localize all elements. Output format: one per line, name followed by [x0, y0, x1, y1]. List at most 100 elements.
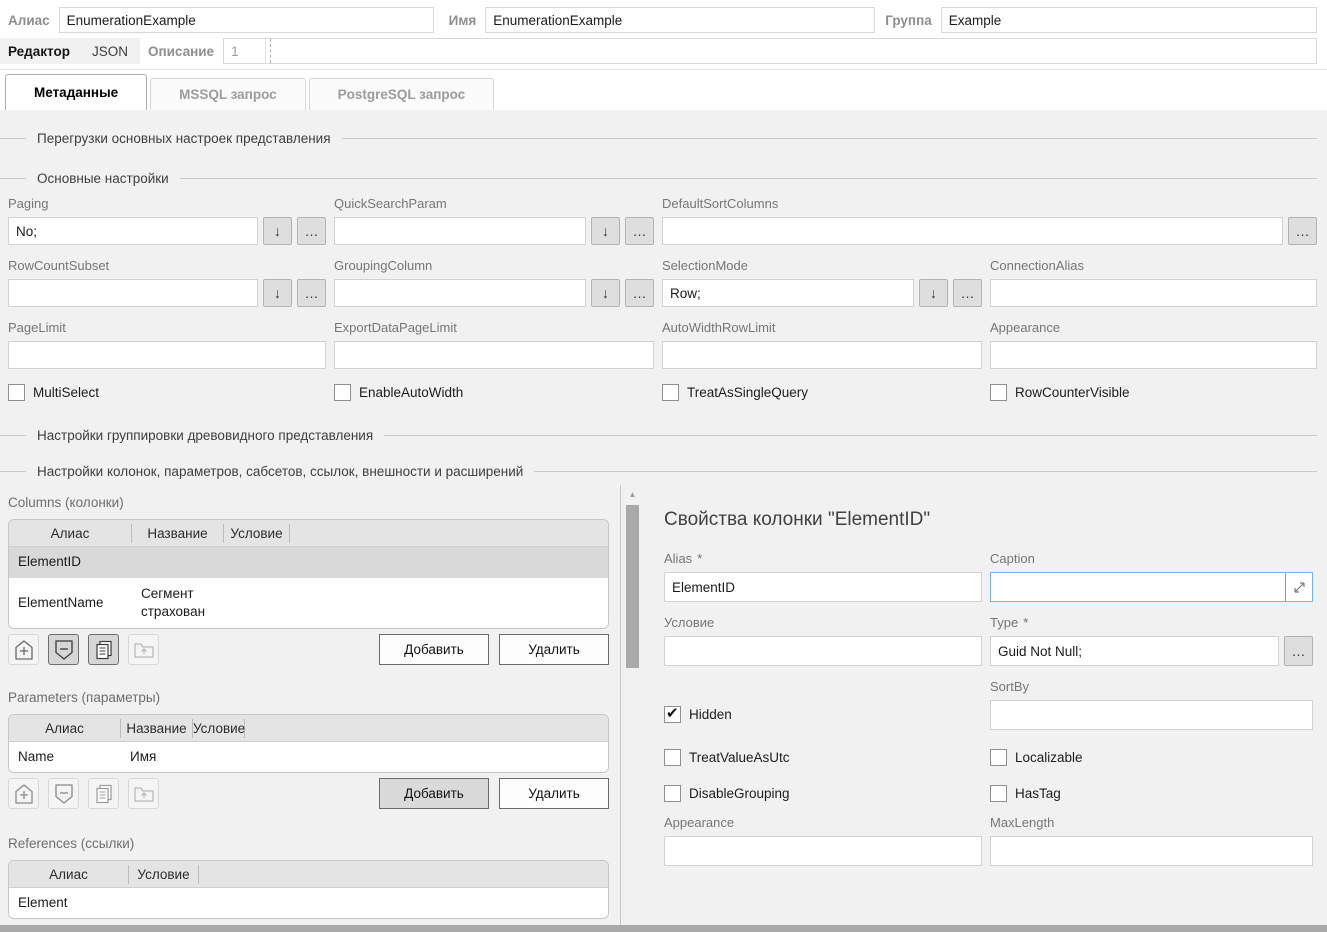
hastag-checkbox[interactable]: HasTag — [990, 785, 1313, 802]
multiselect-checkbox[interactable]: MultiSelect — [8, 384, 99, 401]
name-input[interactable] — [485, 7, 875, 33]
horizontal-scrollbar[interactable] — [0, 925, 1327, 932]
selectionmode-ellipsis-button[interactable]: … — [953, 279, 982, 307]
columns-table: Алиас Название Условие ElementID Element… — [8, 519, 609, 629]
appearance-input[interactable] — [990, 341, 1317, 369]
maxlength-prop-input[interactable] — [990, 836, 1313, 866]
treatvalueasutc-label: TreatValueAsUtc — [689, 750, 790, 765]
exportdatapagelimit-input[interactable] — [334, 341, 654, 369]
type-prop-input[interactable] — [990, 636, 1279, 666]
folder-up-button[interactable] — [128, 634, 159, 665]
connectionalias-input[interactable] — [990, 279, 1317, 307]
paging-label: Paging — [8, 196, 326, 212]
columns-remove-button[interactable]: Удалить — [499, 634, 609, 665]
table-row[interactable]: ElementID — [9, 547, 608, 578]
disablegrouping-row: DisableGrouping — [664, 785, 982, 802]
connectionalias-field: ConnectionAlias — [990, 258, 1317, 307]
group-input[interactable] — [941, 7, 1317, 33]
parameters-remove-button[interactable]: Удалить — [499, 778, 609, 809]
selectionmode-input[interactable] — [662, 279, 914, 307]
groupingcolumn-ellipsis-button[interactable]: … — [625, 279, 654, 307]
references-table-header: Алиас Условие — [9, 861, 608, 888]
app-window: Алиас Имя Группа Редактор JSON Описание … — [0, 0, 1327, 932]
shield-up-plus-button[interactable] — [8, 634, 39, 665]
groupingcolumn-field: GroupingColumn ↓ … — [334, 258, 654, 307]
alias-prop-input[interactable] — [664, 572, 982, 602]
paging-input[interactable] — [8, 217, 258, 245]
cell-condition — [224, 547, 290, 577]
enableautowidth-checkbox[interactable]: EnableAutoWidth — [334, 384, 463, 401]
hidden-checkbox[interactable]: ✔Hidden — [664, 706, 732, 723]
column-properties-pane: Свойства колонки "ElementID" Alias* Capt… — [658, 485, 1327, 932]
quicksearchparam-field: QuickSearchParam ↓ … — [334, 196, 654, 245]
table-row[interactable]: ElementName Сегмент страхован — [9, 578, 608, 628]
sortby-prop-input[interactable] — [990, 700, 1313, 730]
tab-metadata[interactable]: Метаданные — [5, 74, 147, 110]
quicksearchparam-dropdown-button[interactable]: ↓ — [591, 217, 620, 245]
columns-add-button[interactable]: Добавить — [379, 634, 489, 665]
alias-input[interactable] — [59, 7, 434, 33]
rowcountervisible-checkbox[interactable]: RowCounterVisible — [990, 384, 1130, 401]
json-toggle[interactable]: JSON — [92, 44, 128, 59]
parameters-add-button[interactable]: Добавить — [379, 778, 489, 809]
type-prop-label: Type — [990, 615, 1018, 630]
paging-dropdown-button[interactable]: ↓ — [263, 217, 292, 245]
cell-condition — [129, 888, 199, 918]
cell-name: Сегмент страхован — [132, 578, 224, 628]
disablegrouping-checkbox[interactable]: DisableGrouping — [664, 785, 982, 802]
rowcountsubset-dropdown-button[interactable]: ↓ — [263, 279, 292, 307]
quicksearchparam-ellipsis-button[interactable]: … — [625, 217, 654, 245]
folder-up-button[interactable] — [128, 778, 159, 809]
column-header-name: Название — [132, 524, 224, 543]
caption-expand-button[interactable] — [1285, 573, 1312, 601]
table-row[interactable]: Element — [9, 888, 608, 918]
copy-document-button[interactable] — [88, 634, 119, 665]
hastag-label: HasTag — [1015, 786, 1061, 801]
autowidthrowlimit-input[interactable] — [662, 341, 982, 369]
rowcountsubset-ellipsis-button[interactable]: … — [297, 279, 326, 307]
tab-postgresql-query[interactable]: PostgreSQL запрос — [309, 78, 495, 110]
shield-down-minus-button[interactable] — [48, 778, 79, 809]
exportdatapagelimit-label: ExportDataPageLimit — [334, 320, 654, 336]
appearance-prop-input[interactable] — [664, 836, 982, 866]
checkbox-box: ✔ — [664, 706, 681, 723]
condition-prop-input[interactable] — [664, 636, 982, 666]
hastag-row: HasTag — [990, 785, 1313, 802]
vertical-scrollbar[interactable]: ▲ — [626, 491, 639, 668]
table-row[interactable]: Name Имя — [9, 742, 608, 772]
treatassinglequery-checkbox[interactable]: TreatAsSingleQuery — [662, 384, 808, 401]
copy-document-button[interactable] — [88, 778, 119, 809]
groupingcolumn-dropdown-button[interactable]: ↓ — [591, 279, 620, 307]
parameters-list-title: Parameters (параметры) — [8, 690, 620, 705]
tab-mssql-query[interactable]: MSSQL запрос — [150, 78, 306, 110]
paging-ellipsis-button[interactable]: … — [297, 217, 326, 245]
shield-down-minus-button[interactable] — [48, 634, 79, 665]
dropdown-arrow-icon: ↓ — [930, 286, 937, 300]
selectionmode-field: SelectionMode ↓ … — [662, 258, 982, 307]
appearance-field: Appearance — [990, 320, 1317, 369]
caption-prop-input[interactable] — [991, 573, 1285, 601]
description-input[interactable] — [270, 39, 1316, 63]
scroll-up-arrow-icon[interactable]: ▲ — [629, 491, 637, 499]
quicksearchparam-input[interactable] — [334, 217, 586, 245]
defaultsortcolumns-label: DefaultSortColumns — [662, 196, 1317, 212]
lists-pane: Columns (колонки) Алиас Название Условие… — [0, 485, 620, 932]
scrollbar-thumb[interactable] — [626, 505, 639, 668]
pagelimit-input[interactable] — [8, 341, 326, 369]
defaultsortcolumns-input[interactable] — [662, 217, 1283, 245]
localizable-checkbox[interactable]: Localizable — [990, 749, 1313, 766]
type-ellipsis-button[interactable]: … — [1284, 636, 1313, 666]
disablegrouping-label: DisableGrouping — [689, 786, 790, 801]
cell-name: Имя — [121, 742, 193, 772]
selectionmode-dropdown-button[interactable]: ↓ — [919, 279, 948, 307]
groupingcolumn-input[interactable] — [334, 279, 586, 307]
rowcountsubset-input[interactable] — [8, 279, 258, 307]
shield-up-plus-button[interactable] — [8, 778, 39, 809]
defaultsortcolumns-ellipsis-button[interactable]: … — [1288, 217, 1317, 245]
rowcountervisible-label: RowCounterVisible — [1015, 385, 1130, 400]
treatvalueasutc-checkbox[interactable]: TreatValueAsUtc — [664, 749, 982, 766]
name-label: Имя — [449, 13, 477, 28]
description-number-input[interactable] — [224, 39, 266, 63]
dropdown-arrow-icon: ↓ — [602, 224, 609, 238]
shield-up-plus-icon — [15, 640, 33, 660]
